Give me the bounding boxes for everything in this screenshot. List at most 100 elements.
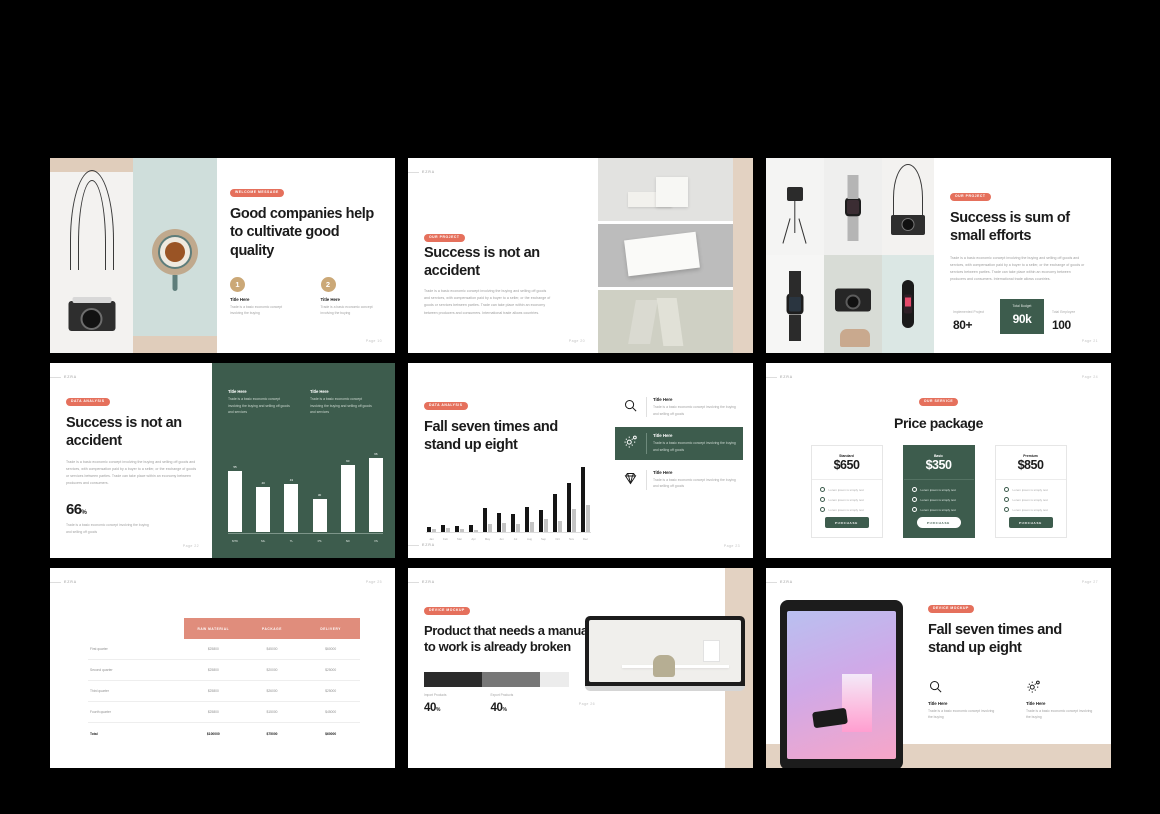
feature-title: Title Here [653, 433, 673, 439]
plan-feature: Lorem ipsum is simply text [819, 487, 874, 492]
bar-group [482, 460, 493, 532]
bar [368, 458, 383, 532]
item-title: Title Here [320, 296, 340, 302]
feature-search[interactable]: Title Here Trade is a basic economic con… [615, 391, 743, 423]
slide-our-project[interactable]: EZRA OUR PROJECT Success is not an accid… [408, 158, 753, 353]
x-tick-label: SD [345, 539, 350, 543]
slide-table[interactable]: EZRA Page 25 RAW MATERIAL PACKAGE DELIVERY… [50, 568, 395, 768]
photo-strip [598, 158, 753, 353]
smartwatch-photo [824, 158, 882, 255]
slide-success-sum[interactable]: OUR PROJECT Success is sum of small effo… [766, 158, 1111, 353]
pricing-plan[interactable]: Basic $350 Lorem ipsum is simply text Lorem… [902, 445, 975, 538]
table-row: Total $100000 $75000 $60000 [88, 723, 360, 744]
bar [340, 465, 355, 532]
chart-panel: Title Here Trade is a basic economic con… [212, 363, 395, 558]
x-tick-label: May [484, 537, 491, 541]
item-title: Title Here [228, 389, 247, 394]
status-badge: DATA ANALYSIS [66, 397, 110, 406]
table-cell: $25800 [207, 710, 219, 714]
bar [544, 518, 548, 532]
item-title: Title Here [230, 296, 250, 302]
feature-text: Title Here Trade is a basic economic con… [646, 433, 736, 454]
row-label: Third quarter [90, 689, 109, 693]
status-badge: OUR SERVICE [918, 397, 959, 406]
plan-feature: Lorem ipsum is simply text [819, 497, 874, 502]
list-item: 1 Title Here Trade is a basic economic c… [230, 276, 289, 317]
feature-premium[interactable]: Title Here Trade is a basic economic con… [615, 464, 743, 496]
page-number: Page 23 [723, 544, 740, 548]
panel-item: Title Here Trade is a basic economic con… [228, 389, 290, 416]
slide-device-mockup-laptop[interactable]: EZRA DEVICE MOCKUP Product that needs a … [408, 568, 753, 768]
table-cell: $45000 [266, 647, 278, 651]
pricing-plan[interactable]: Standard $650 Lorem ipsum is simply text Lo… [810, 445, 883, 538]
camera-photo [50, 158, 133, 353]
page-title: Good companies help to cultivate good qu… [230, 206, 374, 259]
metrics-row: Import Products 40% Export Products 40% [424, 693, 596, 716]
purchase-button[interactable]: PURCHASE [916, 517, 961, 528]
slide-data-analysis-1[interactable]: EZRA DATA ANALYSIS Success is not an acc… [50, 363, 395, 558]
slide-welcome[interactable]: WELCOME MESSAGE Good companies help to c… [50, 158, 395, 353]
slide-content: DEVICE MOCKUP Product that needs a manua… [408, 568, 608, 716]
stationery-photo [598, 158, 733, 221]
brand-logo: EZRA [50, 580, 77, 584]
slide-data-analysis-2[interactable]: EZRA DATA ANALYSIS Fall seven times and … [408, 363, 753, 558]
film-camera-photo [882, 158, 934, 255]
stat-value: 90k [1012, 312, 1032, 327]
purchase-button[interactable]: PURCHASE [1008, 517, 1053, 528]
status-badge: DATA ANALYSIS [424, 401, 468, 410]
fitness-band-photo [882, 255, 934, 353]
progress-bar [424, 671, 569, 687]
slide-device-mockup-tablet[interactable]: EZRA Page 27 DEVICE MOCKUP Fall seven ti… [766, 568, 1111, 768]
x-tick-label: Dec [583, 537, 588, 541]
laptop-mockup [585, 616, 745, 691]
feature-search[interactable]: Title Here Trade is a basic economic con… [928, 678, 996, 721]
feature-description: Trade is a basic economic concept involv… [653, 441, 736, 452]
numbered-items: 1 Title Here Trade is a basic economic c… [230, 276, 379, 317]
x-tick-label: TL [289, 539, 294, 543]
page-title: Fall seven times and stand up eight [928, 622, 1062, 657]
highlight-number: 66% [66, 501, 198, 518]
page-number: Page 20 [568, 339, 585, 343]
slide-header: OUR SERVICE Price package [766, 363, 1111, 431]
bar [228, 470, 242, 532]
bar [572, 508, 576, 532]
feature-description: Trade is a basic economic concept involv… [653, 405, 736, 416]
bar-group [440, 460, 451, 532]
x-tick-label: Jan [429, 537, 434, 541]
bar [256, 487, 271, 532]
slide-grid: WELCOME MESSAGE Good companies help to c… [50, 158, 1111, 768]
bar-value-label: 55 [233, 464, 237, 469]
check-icon [911, 497, 917, 502]
feature-list: Title Here Trade is a basic economic con… [928, 678, 1097, 721]
feature-settings[interactable]: Title Here Trade is a basic economic con… [1026, 678, 1094, 721]
chart-x-labels: Jan Feb Mar Apr May Jun Jul Aug Sep Oct Nov Dec [426, 537, 591, 541]
x-tick-label: Jun [499, 537, 504, 541]
gear-icon [1026, 678, 1094, 696]
stat-total-employee: Total Employee 100 [1044, 310, 1094, 334]
stat-label: Implemented Project [953, 310, 985, 315]
check-icon [819, 487, 825, 492]
chart-axis [426, 532, 591, 533]
tablet-mockup [780, 600, 903, 768]
purchase-button[interactable]: PURCHASE [824, 517, 869, 528]
number-badge: 1 [230, 276, 245, 292]
table-cell: $45000 [325, 710, 337, 714]
hand-camera-photo [824, 255, 882, 353]
highlight-suffix: % [81, 510, 87, 517]
slide-price-package[interactable]: EZRA Page 24 OUR SERVICE Price package S… [766, 363, 1111, 558]
bar [455, 526, 460, 532]
table-body: First quarter $25800 $45000 $60000 Second qu… [88, 639, 360, 744]
search-icon [928, 678, 996, 696]
feature-settings[interactable]: Title Here Trade is a basic economic con… [615, 427, 743, 460]
smartwatch-photo-2 [766, 255, 824, 353]
plan-feature: Lorem ipsum is simply text [1003, 487, 1058, 492]
x-tick-label: MTK [231, 539, 239, 543]
number-badge: 2 [320, 276, 336, 292]
card-left [628, 300, 658, 344]
table-cell: $25800 [207, 647, 219, 651]
camera-body [68, 297, 115, 331]
pricing-plan[interactable]: Premium $850 Lorem ipsum is simply text Lor… [994, 445, 1067, 538]
bar-column: 40 [256, 481, 271, 532]
feature-label: Lorem ipsum is simply text [1012, 507, 1048, 512]
metric-number: 40 [424, 701, 436, 714]
